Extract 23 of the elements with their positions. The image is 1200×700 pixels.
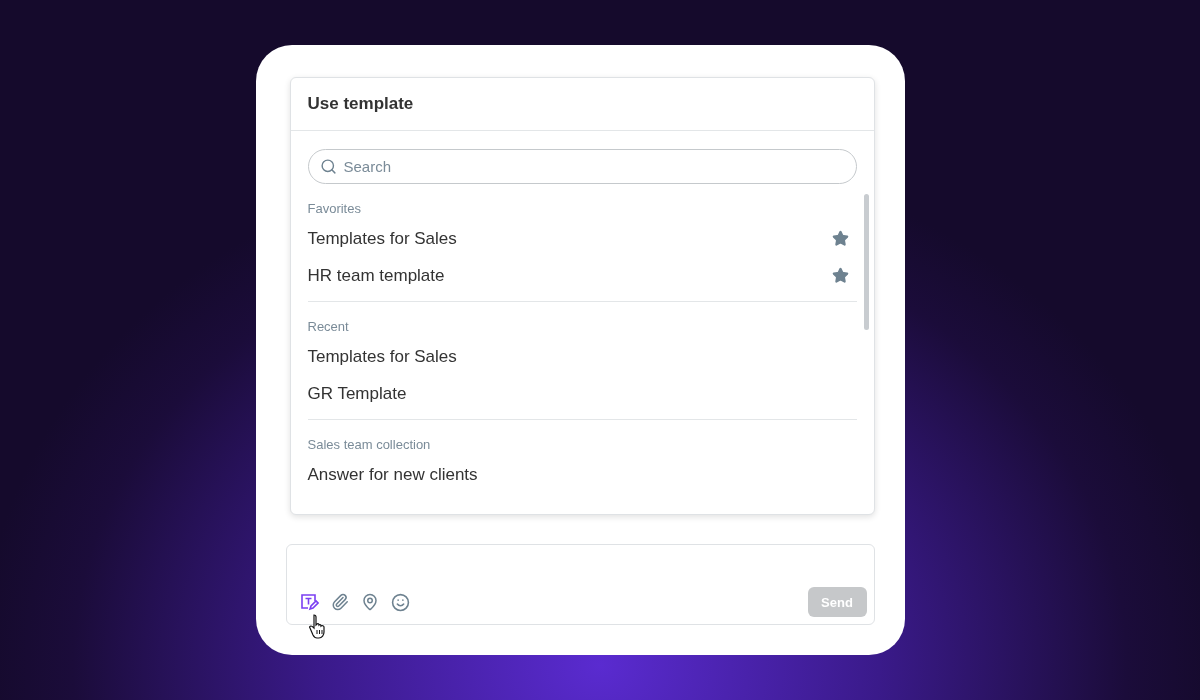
template-icon[interactable] xyxy=(298,592,319,612)
star-icon[interactable] xyxy=(831,230,849,247)
star-icon[interactable] xyxy=(831,267,849,284)
template-name: GR Template xyxy=(307,383,407,404)
scrollbar[interactable] xyxy=(863,194,869,330)
template-name: Templates for Sales xyxy=(307,346,457,367)
template-item[interactable]: Templates for Sales xyxy=(307,338,857,375)
attach-icon[interactable] xyxy=(330,593,349,611)
location-icon[interactable] xyxy=(360,593,379,611)
popup-title: Use template xyxy=(290,78,874,131)
section-heading: Recent xyxy=(307,318,350,336)
search-icon xyxy=(319,158,337,175)
template-item[interactable]: Templates for Sales xyxy=(307,220,857,257)
template-item[interactable]: Answer for new clients xyxy=(307,456,857,493)
template-name: Answer for new clients xyxy=(307,464,478,485)
template-item[interactable]: HR team template xyxy=(307,257,857,294)
template-name: Templates for Sales xyxy=(307,228,457,249)
section-heading: Favorites xyxy=(307,200,362,218)
template-name: HR team template xyxy=(307,265,445,286)
section-heading: Sales team collection xyxy=(307,436,432,454)
emoji-icon[interactable] xyxy=(390,592,410,612)
template-item[interactable]: GR Template xyxy=(307,375,857,412)
search-field[interactable]: Search xyxy=(307,149,857,184)
